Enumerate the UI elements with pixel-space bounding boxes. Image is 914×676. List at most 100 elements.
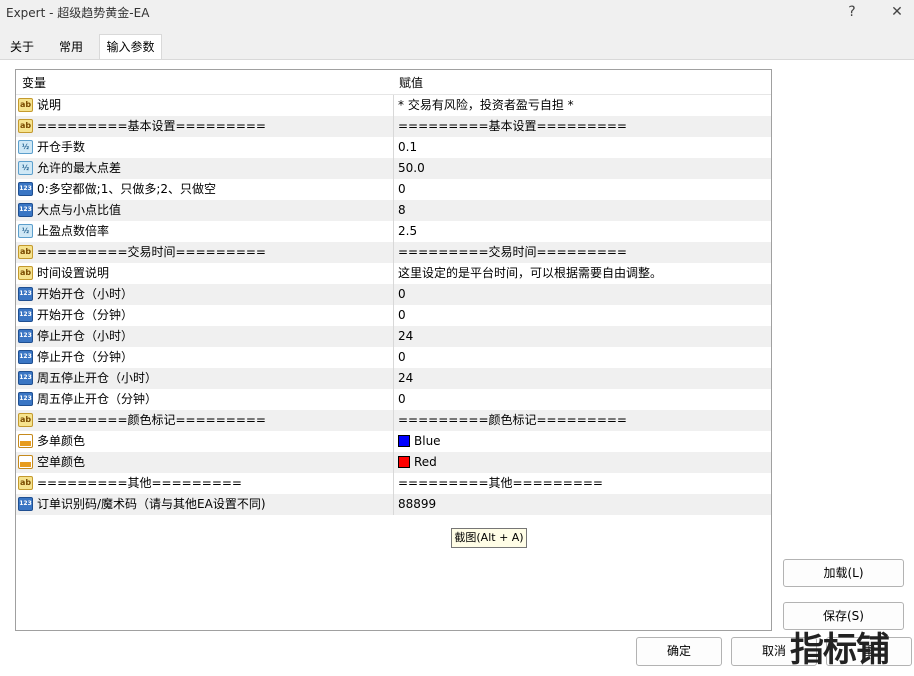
- param-value: 这里设定的是平台时间，可以根据需要自由调整。: [398, 266, 663, 280]
- param-row[interactable]: 多单颜色 Blue: [16, 431, 771, 452]
- param-row[interactable]: 123 开始开仓（分钟） 0: [16, 305, 771, 326]
- param-name: 大点与小点比值: [37, 203, 122, 217]
- integer-param-icon: 123: [18, 392, 33, 406]
- param-name-cell[interactable]: 123 0:多空都做;1、只做多;2、只做空: [16, 179, 394, 200]
- param-name-cell[interactable]: 123 开始开仓（小时）: [16, 284, 394, 305]
- load-button[interactable]: 加载(L): [783, 559, 904, 587]
- param-row[interactable]: 123 大点与小点比值 8: [16, 200, 771, 221]
- param-row[interactable]: 123 开始开仓（小时） 0: [16, 284, 771, 305]
- integer-param-icon: 123: [18, 287, 33, 301]
- integer-param-icon: 123: [18, 497, 33, 511]
- param-value-cell[interactable]: 0: [396, 347, 771, 368]
- column-header-name[interactable]: 变量: [22, 70, 46, 94]
- param-name-cell[interactable]: ½ 开仓手数: [16, 137, 394, 158]
- param-value-cell[interactable]: 88899: [396, 494, 771, 515]
- text-param-icon: ab: [18, 245, 33, 259]
- param-name-cell[interactable]: ab =========颜色标记=========: [16, 410, 394, 431]
- param-value-cell[interactable]: =========其他=========: [396, 473, 771, 494]
- param-value-cell[interactable]: =========交易时间=========: [396, 242, 771, 263]
- param-row[interactable]: ab 时间设置说明 这里设定的是平台时间，可以根据需要自由调整。: [16, 263, 771, 284]
- param-row[interactable]: ½ 开仓手数 0.1: [16, 137, 771, 158]
- param-row[interactable]: 123 停止开仓（小时） 24: [16, 326, 771, 347]
- text-param-icon: ab: [18, 119, 33, 133]
- double-param-icon: ½: [18, 140, 33, 154]
- param-row[interactable]: 123 周五停止开仓（小时） 24: [16, 368, 771, 389]
- param-name: 空单颜色: [37, 455, 86, 469]
- double-param-icon: ½: [18, 161, 33, 175]
- tab-common[interactable]: 常用: [52, 36, 90, 58]
- param-name-cell[interactable]: 123 周五停止开仓（小时）: [16, 368, 394, 389]
- tab-inputs[interactable]: 输入参数: [99, 34, 162, 60]
- param-value-cell[interactable]: 24: [396, 326, 771, 347]
- param-name-cell[interactable]: ab =========交易时间=========: [16, 242, 394, 263]
- param-row[interactable]: 123 订单识别码/魔术码（请与其他EA设置不同) 88899: [16, 494, 771, 515]
- param-name-cell[interactable]: ½ 允许的最大点差: [16, 158, 394, 179]
- tab-about[interactable]: 关于: [4, 36, 40, 58]
- param-value-cell[interactable]: 0: [396, 284, 771, 305]
- param-row[interactable]: 123 停止开仓（分钟） 0: [16, 347, 771, 368]
- param-name-cell[interactable]: 多单颜色: [16, 431, 394, 452]
- param-name: 周五停止开仓（分钟）: [37, 392, 158, 406]
- param-name-cell[interactable]: 123 周五停止开仓（分钟）: [16, 389, 394, 410]
- param-row[interactable]: ½ 允许的最大点差 50.0: [16, 158, 771, 179]
- text-param-icon: ab: [18, 266, 33, 280]
- param-row[interactable]: ab 说明 * 交易有风险，投资者盈亏自担 *: [16, 95, 771, 116]
- param-row[interactable]: 123 0:多空都做;1、只做多;2、只做空 0: [16, 179, 771, 200]
- param-name-cell[interactable]: 空单颜色: [16, 452, 394, 473]
- integer-param-icon: 123: [18, 308, 33, 322]
- param-row[interactable]: ab =========交易时间========= =========交易时间===…: [16, 242, 771, 263]
- param-name: =========其他=========: [37, 476, 242, 490]
- param-name-cell[interactable]: ab =========其他=========: [16, 473, 394, 494]
- param-name-cell[interactable]: 123 开始开仓（分钟）: [16, 305, 394, 326]
- param-name-cell[interactable]: ab 时间设置说明: [16, 263, 394, 284]
- param-value: 0: [398, 308, 406, 322]
- param-name-cell[interactable]: 123 停止开仓（分钟）: [16, 347, 394, 368]
- param-value-cell[interactable]: 0: [396, 305, 771, 326]
- param-value-cell[interactable]: =========基本设置=========: [396, 116, 771, 137]
- param-name-cell[interactable]: ½ 止盈点数倍率: [16, 221, 394, 242]
- param-name-cell[interactable]: 123 大点与小点比值: [16, 200, 394, 221]
- close-icon[interactable]: ✕: [882, 2, 912, 22]
- param-row[interactable]: ab =========基本设置========= =========基本设置===…: [16, 116, 771, 137]
- help-icon[interactable]: ?: [837, 2, 867, 22]
- column-header-value[interactable]: 赋值: [399, 70, 423, 94]
- param-row[interactable]: ½ 止盈点数倍率 2.5: [16, 221, 771, 242]
- param-value-cell[interactable]: 0: [396, 389, 771, 410]
- double-param-icon: ½: [18, 224, 33, 238]
- param-value: * 交易有风险，投资者盈亏自担 *: [398, 98, 574, 112]
- param-value: Red: [414, 455, 437, 469]
- param-name: 周五停止开仓（小时）: [37, 371, 158, 385]
- param-value-cell[interactable]: 这里设定的是平台时间，可以根据需要自由调整。: [396, 263, 771, 284]
- param-value-cell[interactable]: 8: [396, 200, 771, 221]
- param-value-cell[interactable]: 0.1: [396, 137, 771, 158]
- param-name-cell[interactable]: 123 停止开仓（小时）: [16, 326, 394, 347]
- param-value-cell[interactable]: * 交易有风险，投资者盈亏自担 *: [396, 95, 771, 116]
- integer-param-icon: 123: [18, 182, 33, 196]
- param-value-cell[interactable]: =========颜色标记=========: [396, 410, 771, 431]
- text-param-icon: ab: [18, 476, 33, 490]
- param-row[interactable]: 空单颜色 Red: [16, 452, 771, 473]
- param-row[interactable]: 123 周五停止开仓（分钟） 0: [16, 389, 771, 410]
- param-name-cell[interactable]: 123 订单识别码/魔术码（请与其他EA设置不同): [16, 494, 394, 515]
- param-row[interactable]: ab =========颜色标记========= =========颜色标记===…: [16, 410, 771, 431]
- param-value-cell[interactable]: Red: [396, 452, 771, 473]
- param-name: 开始开仓（分钟）: [37, 308, 134, 322]
- integer-param-icon: 123: [18, 371, 33, 385]
- param-value-cell[interactable]: 50.0: [396, 158, 771, 179]
- param-name: 开仓手数: [37, 140, 86, 154]
- param-value-cell[interactable]: 0: [396, 179, 771, 200]
- param-value-cell[interactable]: 2.5: [396, 221, 771, 242]
- ok-button[interactable]: 确定: [636, 637, 722, 666]
- param-value: 24: [398, 371, 414, 385]
- save-button[interactable]: 保存(S): [783, 602, 904, 630]
- param-name: =========交易时间=========: [37, 245, 266, 259]
- param-name-cell[interactable]: ab 说明: [16, 95, 394, 116]
- param-value-cell[interactable]: Blue: [396, 431, 771, 452]
- param-value: 0: [398, 287, 406, 301]
- parameters-grid[interactable]: 变量 赋值 ab 说明 * 交易有风险，投资者盈亏自担 * ab =========基本…: [15, 69, 772, 631]
- param-row[interactable]: ab =========其他========= =========其他=======…: [16, 473, 771, 494]
- param-name-cell[interactable]: ab =========基本设置=========: [16, 116, 394, 137]
- param-value: Blue: [414, 434, 441, 448]
- text-param-icon: ab: [18, 98, 33, 112]
- param-value-cell[interactable]: 24: [396, 368, 771, 389]
